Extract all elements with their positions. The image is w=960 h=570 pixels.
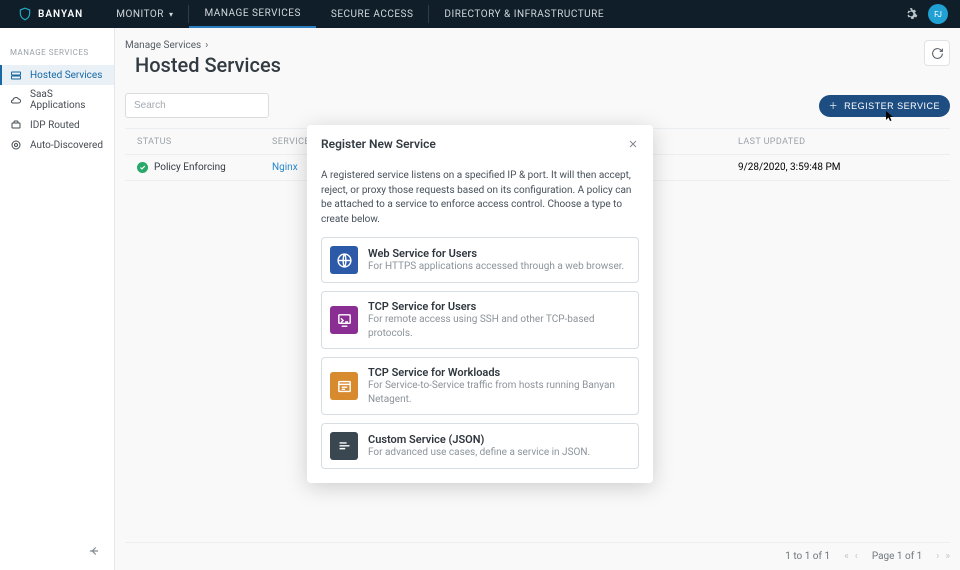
option-title: Web Service for Users — [368, 247, 624, 260]
option-desc: For remote access using SSH and other TC… — [368, 313, 630, 340]
modal-overlay: Register New Service A registered servic… — [0, 0, 960, 570]
option-desc: For Service-to-Service traffic from host… — [368, 379, 630, 406]
option-title: TCP Service for Workloads — [368, 366, 630, 379]
modal-description: A registered service listens on a specif… — [321, 169, 639, 227]
tcp-user-icon — [330, 306, 358, 334]
tcp-workload-icon — [330, 372, 358, 400]
option-desc: For HTTPS applications accessed through … — [368, 260, 624, 274]
option-tcp-service-users[interactable]: TCP Service for Users For remote access … — [321, 291, 639, 349]
web-globe-icon — [330, 246, 358, 274]
option-title: TCP Service for Users — [368, 300, 630, 313]
modal-title: Register New Service — [321, 137, 436, 151]
option-custom-service-json[interactable]: Custom Service (JSON) For advanced use c… — [321, 423, 639, 469]
option-desc: For advanced use cases, define a service… — [368, 446, 590, 460]
json-code-icon — [330, 432, 358, 460]
close-icon[interactable] — [627, 138, 639, 150]
option-web-service-users[interactable]: Web Service for Users For HTTPS applicat… — [321, 237, 639, 283]
option-title: Custom Service (JSON) — [368, 433, 590, 446]
option-tcp-service-workloads[interactable]: TCP Service for Workloads For Service-to… — [321, 357, 639, 415]
register-service-modal: Register New Service A registered servic… — [307, 125, 653, 483]
